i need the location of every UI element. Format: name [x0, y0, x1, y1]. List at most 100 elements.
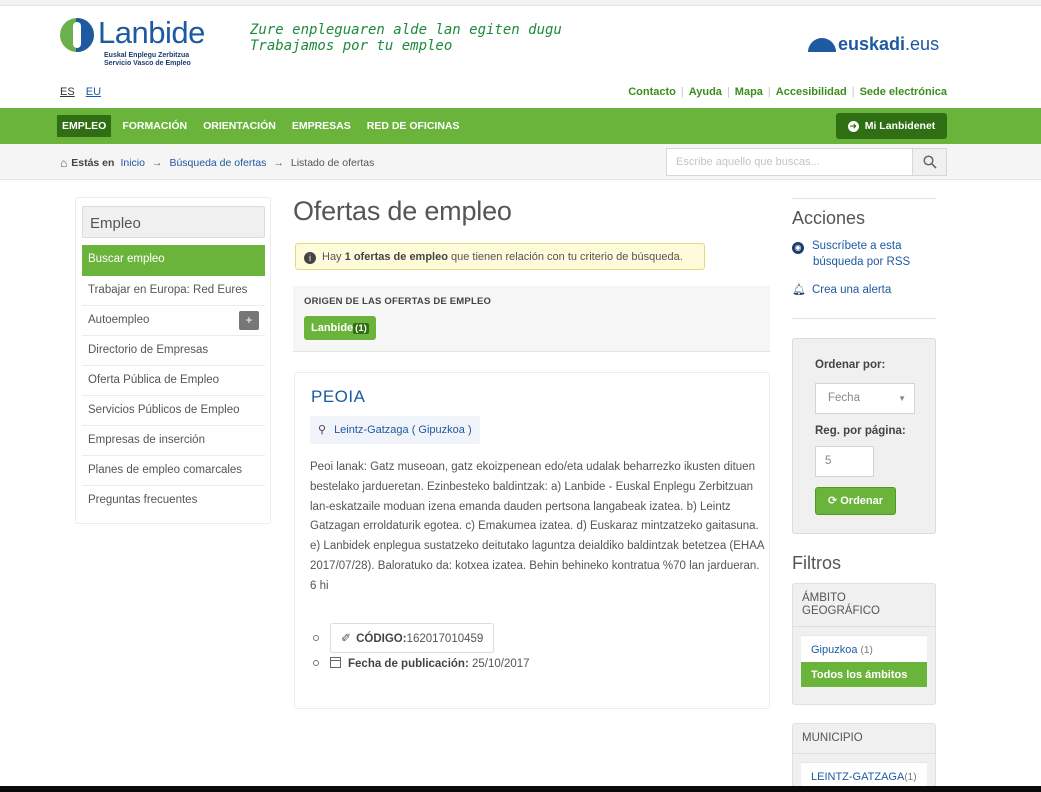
create-alert-label: Crea una alerta	[812, 284, 892, 296]
nav-red-de-oficinas[interactable]: RED DE OFICINAS	[367, 120, 460, 132]
search-button[interactable]	[912, 149, 946, 175]
breadcrumb: ⌂ Estás en Inicio → Búsqueda de ofertas …	[60, 156, 374, 170]
filter-all-areas-button[interactable]: Todos los ámbitos	[801, 662, 927, 687]
sidebar-item-buscar-empleo[interactable]: Buscar empleo	[82, 245, 265, 276]
tagline-eu: Zure enpleguaren alde lan egiten dugu	[250, 22, 562, 38]
accesibilidad-link[interactable]: Accesibilidad	[776, 86, 847, 98]
separator: |	[767, 86, 771, 98]
contacto-link[interactable]: Contacto	[628, 86, 676, 98]
job-offer-card: PEOIA ⚲ Leintz-Gatzaga ( Gipuzkoa ) Peoi …	[294, 372, 770, 709]
per-page-input[interactable]: 5	[815, 446, 874, 477]
breadcrumb-label: Estás en	[71, 157, 115, 169]
mi-lanbidenet-button[interactable]: ➜ Mi Lanbidenet	[836, 113, 947, 139]
origin-tag-label: Lanbide	[311, 322, 354, 334]
sort-select[interactable]: Fecha ▼	[815, 383, 915, 414]
sidebar-item-label: Trabajar en Europa: Red Eures	[88, 284, 248, 296]
home-icon: ⌂	[60, 156, 68, 170]
sidebar-item-preguntas-frecuentes[interactable]: Preguntas frecuentes	[82, 486, 265, 516]
job-code-box: ✐ CÓDIGO:162017010459	[330, 623, 495, 653]
sede-electronica-link[interactable]: Sede electrónica	[860, 86, 947, 98]
tagline: Zure enpleguaren alde lan egiten dugu Tr…	[250, 22, 562, 54]
arrow-right-icon: →	[273, 157, 284, 169]
alert-count: 1	[344, 251, 351, 263]
refresh-icon: ⟳	[827, 495, 838, 507]
sidebar-item-planes-empleo[interactable]: Planes de empleo comarcales	[82, 456, 265, 486]
logo-subtitle-eu: Euskal Enplegu Zerbitzua	[104, 52, 190, 59]
sidebar-item-label: Buscar empleo	[88, 253, 165, 265]
rss-icon: ◉	[792, 242, 804, 254]
breadcrumb-busqueda[interactable]: Búsqueda de ofertas	[169, 157, 266, 169]
site-search	[666, 148, 947, 176]
rss-subscribe-link-line2[interactable]: búsqueda por RSS	[813, 254, 910, 270]
euskadi-arc-icon	[808, 38, 836, 52]
lang-es-link[interactable]: ES	[60, 86, 75, 98]
rss-subscribe-link[interactable]: ◉ Suscríbete a esta	[792, 238, 902, 254]
sidebar-item-label: Planes de empleo comarcales	[88, 464, 243, 476]
search-input[interactable]	[667, 149, 913, 175]
sidebar-item-label: Oferta Pública de Empleo	[88, 374, 220, 386]
bullet	[313, 660, 319, 666]
per-page-label: Reg. por página:	[815, 425, 906, 437]
euskadi-name: euskadi	[838, 34, 906, 54]
filter-geographic-heading: ÁMBITO GEOGRÁFICO	[793, 584, 935, 627]
sidebar-item-oferta-publica[interactable]: Oferta Pública de Empleo	[82, 366, 265, 396]
nav-empleo[interactable]: EMPLEO	[57, 115, 112, 137]
sidebar-item-label: Autoempleo	[88, 314, 150, 326]
page-title: Ofertas de empleo	[293, 196, 512, 226]
lanbide-logo[interactable]: Lanbide Euskal Enplegu Zerbitzua Servici…	[60, 14, 210, 70]
filter-option-count: (1)	[904, 772, 917, 783]
bottom-bar	[0, 786, 1041, 792]
origin-tag-lanbide[interactable]: Lanbide (1)	[304, 316, 376, 340]
bell-icon: 🔔︎	[792, 284, 806, 296]
results-alert: i Hay 1 ofertas de empleo que tienen rela…	[295, 243, 705, 270]
nav-orientacion[interactable]: ORIENTACIÓN	[203, 120, 276, 132]
sidebar-item-label: Servicios Públicos de Empleo	[88, 404, 240, 416]
sidebar-item-directorio-empresas[interactable]: Directorio de Empresas	[82, 336, 265, 366]
create-alert-link[interactable]: 🔔︎ Crea una alerta	[792, 282, 891, 298]
expand-button[interactable]: +	[239, 311, 259, 330]
ticket-icon: ✐	[341, 631, 352, 645]
mi-lanbidenet-label: Mi Lanbidenet	[864, 120, 936, 132]
nav-formacion[interactable]: FORMACIÓN	[122, 120, 187, 132]
lang-eu-link[interactable]: EU	[86, 86, 101, 98]
sidebar-heading: Empleo	[82, 206, 265, 238]
tagline-es: Trabajamos por tu empleo	[250, 38, 453, 54]
sidebar-item-autoempleo[interactable]: Autoempleo +	[82, 306, 265, 336]
breadcrumb-inicio[interactable]: Inicio	[120, 157, 145, 169]
bullet	[313, 635, 319, 641]
mapa-link[interactable]: Mapa	[735, 86, 763, 98]
info-icon: i	[304, 252, 316, 264]
sort-button[interactable]: ⟳ Ordenar	[815, 487, 896, 515]
alert-strong: ofertas de empleo	[353, 251, 448, 263]
job-code-label: CÓDIGO:	[356, 633, 407, 645]
filter-geographic: ÁMBITO GEOGRÁFICO Gipuzkoa (1) Todos los…	[792, 583, 936, 705]
logo-name: Lanbide	[98, 15, 205, 50]
sidebar-menu: Buscar empleo Trabajar en Europa: Red Eu…	[82, 245, 265, 516]
filters-title: Filtros	[792, 553, 841, 573]
ayuda-link[interactable]: Ayuda	[689, 86, 722, 98]
language-switcher: ES EU	[60, 86, 109, 98]
alert-prefix: Hay	[322, 251, 342, 263]
utility-links: Contacto | Ayuda | Mapa | Accesibilidad | Sede e…	[628, 86, 947, 98]
filter-option-label: Gipuzkoa	[811, 644, 858, 656]
logo-subtitle-es: Servicio Vasco de Empleo	[104, 60, 191, 67]
sidebar-item-servicios-publicos[interactable]: Servicios Públicos de Empleo	[82, 396, 265, 426]
sidebar-item-red-eures[interactable]: Trabajar en Europa: Red Eures	[82, 276, 265, 306]
filter-option-gipuzkoa[interactable]: Gipuzkoa (1)	[801, 636, 927, 662]
nav-empresas[interactable]: EMPRESAS	[292, 120, 351, 132]
sidebar-item-empresas-insercion[interactable]: Empresas de inserción	[82, 426, 265, 456]
job-date-value: 25/10/2017	[471, 658, 530, 670]
job-location-text: Leintz-Gatzaga ( Gipuzkoa )	[334, 424, 472, 436]
sidebar: Empleo Buscar empleo Trabajar en Europa:…	[75, 197, 271, 524]
filter-option-count: (1)	[860, 645, 873, 656]
arrow-circle-icon: ➜	[847, 120, 859, 132]
rss-line-1: Suscríbete a esta	[812, 240, 902, 252]
filter-municipality-heading: MUNICIPIO	[793, 724, 935, 754]
sort-label: Ordenar por:	[815, 359, 886, 371]
sidebar-item-label: Directorio de Empresas	[88, 344, 209, 356]
sort-button-label: Ordenar	[840, 495, 884, 507]
euskadi-domain: .eus	[905, 34, 940, 54]
job-location: ⚲ Leintz-Gatzaga ( Gipuzkoa )	[310, 416, 480, 444]
map-marker-icon: ⚲	[318, 424, 327, 436]
job-title-link[interactable]: PEOIA	[311, 387, 365, 407]
